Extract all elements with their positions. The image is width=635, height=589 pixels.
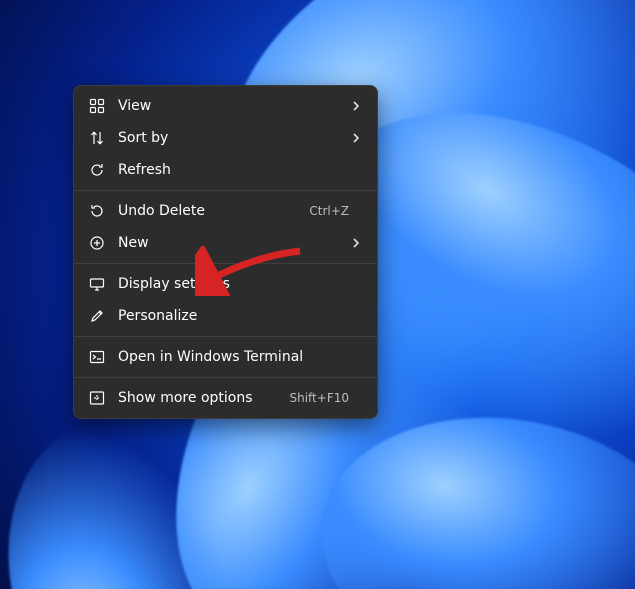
menu-item-label: Sort by — [118, 130, 349, 146]
menu-separator — [74, 190, 377, 191]
sort-icon — [88, 129, 106, 147]
menu-item-view[interactable]: View — [74, 90, 377, 122]
menu-separator — [74, 263, 377, 264]
menu-item-sort-by[interactable]: Sort by — [74, 122, 377, 154]
menu-item-label: Personalize — [118, 308, 349, 324]
undo-icon — [88, 202, 106, 220]
menu-item-open-terminal[interactable]: Open in Windows Terminal — [74, 341, 377, 373]
menu-item-new[interactable]: New — [74, 227, 377, 259]
personalize-icon — [88, 307, 106, 325]
menu-item-undo-delete[interactable]: Undo Delete Ctrl+Z — [74, 195, 377, 227]
menu-item-label: New — [118, 235, 349, 251]
menu-item-show-more-options[interactable]: Show more options Shift+F10 — [74, 382, 377, 414]
menu-item-label: Open in Windows Terminal — [118, 349, 349, 365]
menu-item-personalize[interactable]: Personalize — [74, 300, 377, 332]
menu-separator — [74, 377, 377, 378]
chevron-right-icon — [349, 133, 363, 143]
menu-item-label: Display settings — [118, 276, 349, 292]
view-icon — [88, 97, 106, 115]
menu-item-label: Undo Delete — [118, 203, 299, 219]
menu-item-label: Show more options — [118, 390, 279, 406]
menu-item-label: View — [118, 98, 349, 114]
menu-item-display-settings[interactable]: Display settings — [74, 268, 377, 300]
display-icon — [88, 275, 106, 293]
chevron-right-icon — [349, 238, 363, 248]
menu-item-refresh[interactable]: Refresh — [74, 154, 377, 186]
menu-separator — [74, 336, 377, 337]
menu-item-shortcut: Shift+F10 — [289, 391, 349, 405]
new-icon — [88, 234, 106, 252]
desktop-context-menu: View Sort by Refresh Undo Delete Ctrl+Z … — [73, 85, 378, 419]
terminal-icon — [88, 348, 106, 366]
chevron-right-icon — [349, 101, 363, 111]
menu-item-label: Refresh — [118, 162, 349, 178]
menu-item-shortcut: Ctrl+Z — [309, 204, 349, 218]
refresh-icon — [88, 161, 106, 179]
more-icon — [88, 389, 106, 407]
